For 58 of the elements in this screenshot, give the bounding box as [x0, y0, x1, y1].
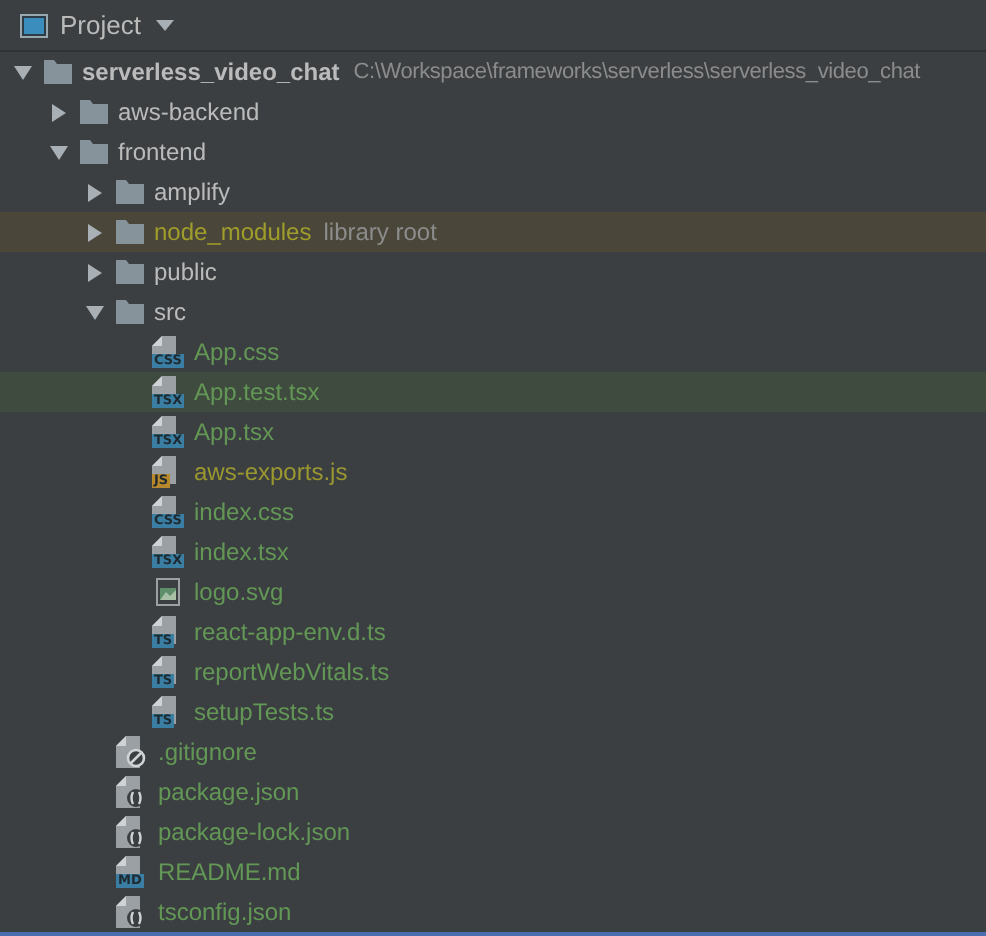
- file-name: aws-exports.js: [194, 456, 348, 490]
- file-name: react-app-env.d.ts: [194, 616, 386, 650]
- panel-title: Project: [60, 7, 141, 44]
- file-name: public: [154, 256, 217, 290]
- folder-row[interactable]: aws-backend: [0, 92, 986, 132]
- folder-icon: [44, 60, 72, 84]
- collapse-arrow-icon[interactable]: [14, 63, 32, 81]
- file-row[interactable]: package.json: [0, 772, 986, 812]
- json-file-icon: [116, 896, 148, 928]
- file-name: serverless_video_chat: [82, 56, 340, 90]
- folder-row[interactable]: public: [0, 252, 986, 292]
- dropdown-caret-icon[interactable]: [156, 19, 175, 31]
- file-name: README.md: [158, 856, 301, 890]
- folder-row[interactable]: amplify: [0, 172, 986, 212]
- expand-arrow-icon[interactable]: [86, 223, 104, 241]
- expand-arrow-icon[interactable]: [86, 263, 104, 281]
- image-file-icon: [156, 578, 180, 606]
- folder-row[interactable]: frontend: [0, 132, 986, 172]
- folder-icon: [116, 180, 144, 204]
- collapse-arrow-icon[interactable]: [50, 143, 68, 161]
- expand-arrow-icon[interactable]: [86, 183, 104, 201]
- folder-row[interactable]: serverless_video_chat C:\Workspace\frameworks\serverless\serverless_video_chat: [0, 52, 986, 92]
- folder-icon: [80, 140, 108, 164]
- file-row[interactable]: tsconfig.json: [0, 892, 986, 932]
- file-name: index.tsx: [194, 536, 289, 570]
- json-file-icon: [116, 816, 148, 848]
- folder-icon: [80, 100, 108, 124]
- file-row[interactable]: package-lock.json: [0, 812, 986, 852]
- folder-icon: [116, 260, 144, 284]
- ignored-file-icon: [116, 736, 148, 768]
- file-name: index.css: [194, 496, 295, 530]
- folder-icon: [116, 300, 144, 324]
- file-name: amplify: [154, 176, 231, 210]
- file-name: aws-backend: [118, 96, 260, 130]
- folder-note: library root: [323, 216, 437, 250]
- folder-row[interactable]: node_modules library root: [0, 212, 986, 252]
- file-name: node_modules: [154, 216, 312, 250]
- file-name: package.json: [158, 776, 300, 810]
- folder-icon: [116, 220, 144, 244]
- file-row[interactable]: logo.svg: [0, 572, 986, 612]
- file-name: .gitignore: [158, 736, 257, 770]
- expand-arrow-icon[interactable]: [50, 103, 68, 121]
- file-name: logo.svg: [194, 576, 284, 610]
- folder-path: C:\Workspace\frameworks\serverless\serverless_video_chat: [353, 57, 921, 88]
- file-name: App.css: [194, 336, 280, 370]
- file-name: package-lock.json: [158, 816, 351, 850]
- file-name: src: [154, 296, 186, 330]
- json-file-icon: [116, 776, 148, 808]
- collapse-arrow-icon[interactable]: [86, 303, 104, 321]
- file-name: frontend: [118, 136, 207, 170]
- file-name: App.tsx: [194, 416, 275, 450]
- file-row[interactable]: .gitignore: [0, 732, 986, 772]
- file-name: setupTests.ts: [194, 696, 335, 730]
- file-name: reportWebVitals.ts: [194, 656, 390, 690]
- file-name: App.test.tsx: [194, 376, 320, 410]
- window-icon: [20, 13, 48, 37]
- file-name: tsconfig.json: [158, 896, 292, 930]
- folder-row[interactable]: src: [0, 292, 986, 332]
